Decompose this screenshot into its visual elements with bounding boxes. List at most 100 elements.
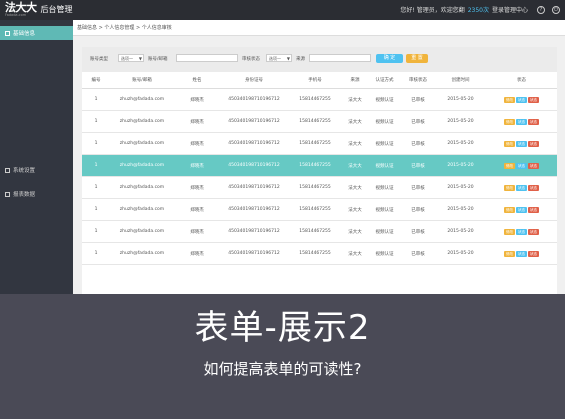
cell-actions: 修改 状态 状态: [486, 220, 557, 243]
table-row[interactable]: 1 zhuzh@fadada.com 郑晓杰 450340198710196712 15…: [82, 176, 557, 199]
status-toggle-button[interactable]: 状态: [528, 250, 539, 257]
cell-phone: 15814467255: [288, 154, 342, 177]
cell-actions: 修改 状态 状态: [486, 154, 557, 177]
cell-source: 法大大: [342, 198, 368, 221]
sidebar-item-system-settings[interactable]: 系统设置: [0, 163, 73, 177]
status-button[interactable]: 状态: [516, 206, 527, 213]
status-button[interactable]: 状态: [516, 184, 527, 191]
status-button[interactable]: 状态: [516, 162, 527, 169]
audit-status-label: 审核状态: [242, 57, 260, 62]
table-body: 1 zhuzh@fadada.com 郑晓杰 450340198710196712 15…: [82, 88, 557, 265]
account-email-input[interactable]: [176, 54, 238, 62]
cell-source: 法大大: [342, 220, 368, 243]
account-type-label: 账号类型: [90, 57, 108, 62]
table-row[interactable]: 1 zhuzh@fadada.com 郑晓杰 450340198710196712 15…: [82, 198, 557, 221]
edit-button[interactable]: 修改: [504, 140, 515, 147]
status-toggle-button[interactable]: 状态: [528, 206, 539, 213]
cell-name: 郑晓杰: [174, 88, 220, 111]
edit-button[interactable]: 修改: [504, 96, 515, 103]
cell-actions: 修改 状态 状态: [486, 242, 557, 265]
cell-auth-method: 视频认证: [368, 242, 401, 265]
table-row[interactable]: 1 zhuzh@fadada.com 郑晓杰 450340198710196712 15…: [82, 110, 557, 133]
account-type-value: 选项一: [121, 56, 133, 61]
status-toggle-button[interactable]: 状态: [528, 162, 539, 169]
cell-auth-method: 视频认证: [368, 132, 401, 155]
status-button[interactable]: 状态: [516, 140, 527, 147]
cell-account: zhuzh@fadada.com: [110, 198, 174, 221]
query-button[interactable]: 确 定: [376, 54, 403, 63]
status-toggle-button[interactable]: 状态: [528, 140, 539, 147]
status-button[interactable]: 状态: [516, 96, 527, 103]
header-audit-status: 审核状态: [401, 72, 435, 89]
cell-source: 法大大: [342, 176, 368, 199]
edit-button[interactable]: 修改: [504, 162, 515, 169]
user-center-link[interactable]: 登录管理中心: [492, 5, 528, 14]
status-toggle-button[interactable]: 状态: [528, 96, 539, 103]
cell-account: zhuzh@fadada.com: [110, 176, 174, 199]
cell-phone: 15814467255: [288, 198, 342, 221]
audit-status-select[interactable]: 选项一 ▼: [266, 54, 292, 62]
table-row[interactable]: 1 zhuzh@fadada.com 郑晓杰 450340198710196712 15…: [82, 220, 557, 243]
sidebar-item-label: 基础信息: [13, 31, 36, 37]
help-icon[interactable]: ?: [537, 5, 545, 14]
table-header-row: 编号 账号/邮箱 姓名 身份证号 手机号 来源 认证方式 审核状态 创建时间 状…: [82, 72, 557, 89]
cell-source: 法大大: [342, 88, 368, 111]
cell-audit-status: 已审核: [401, 242, 435, 265]
sidebar-item-reports[interactable]: 报表数据: [0, 187, 73, 201]
cell-id: 1: [82, 220, 110, 243]
cell-name: 郑晓杰: [174, 176, 220, 199]
cell-phone: 15814467255: [288, 176, 342, 199]
cell-name: 郑晓杰: [174, 220, 220, 243]
cell-account: zhuzh@fadada.com: [110, 88, 174, 111]
status-button[interactable]: 状态: [516, 118, 527, 125]
greeting-text: 您好! 管理员，欢迎您翻: [400, 7, 465, 14]
status-toggle-button[interactable]: 状态: [528, 118, 539, 125]
cell-actions: 修改 状态 状态: [486, 132, 557, 155]
edit-button[interactable]: 修改: [504, 250, 515, 257]
power-icon[interactable]: ⏻: [552, 5, 560, 14]
cell-created-time: 2015-05-20: [435, 110, 486, 133]
cell-phone: 15814467255: [288, 220, 342, 243]
status-button[interactable]: 状态: [516, 250, 527, 257]
cell-actions: 修改 状态 状态: [486, 88, 557, 111]
status-toggle-button[interactable]: 状态: [528, 228, 539, 235]
cell-id-number: 450340198710196712: [220, 220, 288, 243]
reset-button[interactable]: 重 置: [406, 54, 428, 63]
cell-id-number: 450340198710196712: [220, 176, 288, 199]
cell-id-number: 450340198710196712: [220, 154, 288, 177]
source-label: 来源: [296, 57, 305, 62]
cell-actions: 修改 状态 状态: [486, 110, 557, 133]
source-input[interactable]: [309, 54, 371, 62]
monitor-icon: [5, 167, 10, 173]
cell-phone: 15814467255: [288, 132, 342, 155]
table-row[interactable]: 1 zhuzh@fadada.com 郑晓杰 450340198710196712 15…: [82, 242, 557, 265]
cell-audit-status: 已审核: [401, 176, 435, 199]
header-status: 状态: [486, 72, 557, 89]
edit-button[interactable]: 修改: [504, 228, 515, 235]
cell-created-time: 2015-05-20: [435, 220, 486, 243]
cell-audit-status: 已审核: [401, 88, 435, 111]
status-toggle-button[interactable]: 状态: [528, 184, 539, 191]
table-row[interactable]: 1 zhuzh@fadada.com 郑晓杰 450340198710196712 15…: [82, 132, 557, 155]
account-type-select[interactable]: 选项一 ▼: [118, 54, 144, 62]
cell-id: 1: [82, 198, 110, 221]
cell-audit-status: 已审核: [401, 132, 435, 155]
edit-button[interactable]: 修改: [504, 118, 515, 125]
table-row[interactable]: 1 zhuzh@fadada.com 郑晓杰 450340198710196712 15…: [82, 88, 557, 111]
logo[interactable]: 法大大 Fadada.com 后台管理: [5, 1, 73, 17]
cell-auth-method: 视频认证: [368, 110, 401, 133]
sidebar-item-basic-info[interactable]: 基础信息: [0, 26, 73, 40]
sidebar-item-label: 报表数据: [13, 192, 36, 198]
overlay-title: 表单-展示2: [194, 308, 371, 348]
table-row[interactable]: 1 zhuzh@fadada.com 郑晓杰 450340198710196712 15…: [82, 154, 557, 177]
account-email-label: 账号/邮箱: [148, 57, 168, 62]
cell-audit-status: 已审核: [401, 220, 435, 243]
edit-button[interactable]: 修改: [504, 206, 515, 213]
overlay-subtitle: 如何提高表单的可读性?: [203, 360, 362, 378]
cell-account: zhuzh@fadada.com: [110, 110, 174, 133]
logo-subtext: Fadada.com: [5, 13, 27, 17]
edit-button[interactable]: 修改: [504, 184, 515, 191]
cell-id: 1: [82, 154, 110, 177]
status-button[interactable]: 状态: [516, 228, 527, 235]
logo-text: 法大大: [5, 1, 37, 14]
